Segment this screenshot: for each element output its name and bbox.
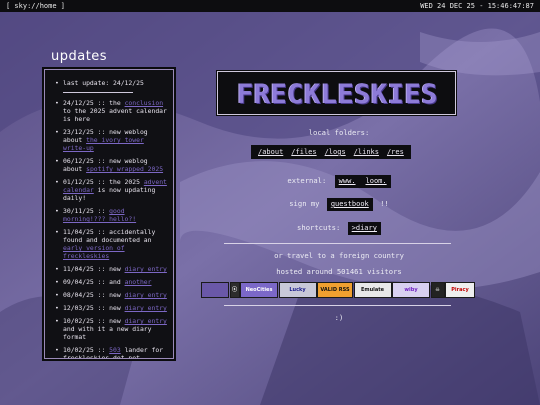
- guestbook-link[interactable]: guestbook: [326, 198, 373, 211]
- update-date: 12/03/25: [63, 304, 94, 312]
- update-item: 08/04/25 :: new diary entry: [55, 291, 167, 299]
- updates-heading: updates: [51, 49, 108, 64]
- web-badge[interactable]: Emulate: [353, 282, 392, 298]
- external-link-loom[interactable]: loom.: [359, 175, 391, 188]
- badge-row: ⓢ NeoCities Lucky VALID RSS Emulate wiby ☠ Pira…: [201, 282, 475, 299]
- update-date: 11/04/25: [63, 228, 94, 236]
- updates-panel[interactable]: last update: 24/12/25 24/12/25 :: the co…: [42, 67, 176, 361]
- update-text: :: new: [93, 304, 125, 312]
- folder-link-logs[interactable]: /logs: [325, 145, 346, 159]
- sign-suffix: !!: [380, 199, 389, 208]
- update-text-end: to the 2025 advent calendar is here: [63, 107, 167, 123]
- web-badge[interactable]: VALID RSS: [317, 282, 353, 298]
- hosted-text: hosted around 501461 visitors: [276, 267, 402, 276]
- updates-rule: [63, 92, 133, 93]
- update-link[interactable]: diary entry: [125, 317, 167, 325]
- update-link[interactable]: 503: [109, 346, 121, 354]
- web-badge[interactable]: Lucky: [278, 282, 317, 298]
- diary-shortcut[interactable]: >diary: [347, 222, 381, 235]
- guestbook-row: sign my guestbook !!: [210, 198, 468, 211]
- update-text: :: new: [93, 291, 125, 299]
- footer-smile: :): [334, 313, 344, 322]
- update-text-end: and with it a new diary format: [63, 325, 152, 341]
- local-folders-label: local folders:: [308, 128, 370, 137]
- update-text: :: and: [93, 278, 125, 286]
- update-text: ::: [93, 346, 110, 354]
- update-date: 09/04/25: [63, 278, 94, 286]
- address-label: [ sky://home ]: [6, 2, 66, 10]
- update-item: 11/04/25 :: new diary entry: [55, 265, 167, 273]
- travel-text[interactable]: or travel to a foreign country: [210, 251, 468, 260]
- update-date: 23/12/25: [63, 128, 94, 136]
- web-badge[interactable]: [201, 282, 229, 298]
- clock: WED 24 DEC 25 - 15:46:47:87: [420, 2, 534, 10]
- update-date: 10/02/25: [63, 346, 94, 354]
- divider: [224, 243, 451, 244]
- update-item: 12/03/25 :: new diary entry: [55, 304, 167, 312]
- update-date: 30/11/25: [63, 207, 94, 215]
- update-link[interactable]: early version of freckleskies: [63, 244, 125, 260]
- web-badge[interactable]: ☠: [430, 282, 445, 298]
- folder-link-links[interactable]: /links: [354, 145, 379, 159]
- external-link-www[interactable]: www.: [334, 175, 360, 188]
- logo-text: FRECKLESKIES: [236, 79, 439, 110]
- update-item: 24/12/25 :: the conclusion to the 2025 a…: [55, 99, 167, 123]
- web-badge[interactable]: Piracy: [445, 282, 475, 298]
- web-badge[interactable]: wiby: [392, 282, 430, 298]
- divider-2: [224, 305, 451, 306]
- update-link[interactable]: conclusion: [125, 99, 163, 107]
- update-text: ::: [93, 207, 110, 215]
- update-link[interactable]: diary entry: [125, 265, 167, 273]
- update-date: 01/12/25: [63, 178, 94, 186]
- update-item: 30/11/25 :: good morning!??? hello?!: [55, 207, 167, 223]
- update-item: 09/04/25 :: and another: [55, 278, 167, 286]
- update-item: 23/12/25 :: new weblog about the ivory t…: [55, 128, 167, 152]
- top-bar: [ sky://home ] WED 24 DEC 25 - 15:46:47:…: [0, 0, 540, 12]
- folder-link-res[interactable]: /res: [387, 145, 404, 159]
- updates-list: last update: 24/12/25 24/12/25 :: the co…: [55, 79, 167, 358]
- update-date: 10/02/25: [63, 317, 94, 325]
- update-item: 10/02/25 :: 503 lander for freckleskies.…: [55, 346, 167, 358]
- shortcuts-row: shortcuts: >diary: [210, 222, 468, 235]
- web-badge[interactable]: NeoCities: [240, 282, 278, 298]
- update-item: 11/04/25 :: accidentally found and docum…: [55, 228, 167, 260]
- last-update-text: last update: 24/12/25: [63, 79, 144, 87]
- last-update: last update: 24/12/25: [55, 79, 167, 87]
- update-link[interactable]: diary entry: [125, 304, 167, 312]
- update-item: 10/02/25 :: new diary entry and with it …: [55, 317, 167, 341]
- update-date: 06/12/25: [63, 157, 94, 165]
- update-link[interactable]: spotify wrapped 2025: [86, 165, 163, 173]
- folder-link-about[interactable]: /about: [258, 145, 283, 159]
- update-link[interactable]: diary entry: [125, 291, 167, 299]
- site-logo: FRECKLESKIES: [216, 70, 457, 116]
- folders-nav: /about/files/logs/links/res: [251, 145, 411, 159]
- folder-link-files[interactable]: /files: [291, 145, 316, 159]
- update-item: 01/12/25 :: the 2025 advent calendar is …: [55, 178, 167, 202]
- update-date: 11/04/25: [63, 265, 94, 273]
- update-text: :: the 2025: [93, 178, 144, 186]
- update-text: :: new: [93, 317, 125, 325]
- web-badge[interactable]: ⓢ: [229, 282, 240, 298]
- update-date: 08/04/25: [63, 291, 94, 299]
- external-row: external: www. loom.: [210, 175, 468, 188]
- external-label: external:: [287, 176, 327, 185]
- update-text: :: new: [93, 265, 125, 273]
- update-date: 24/12/25: [63, 99, 94, 107]
- shortcuts-label: shortcuts:: [297, 223, 341, 232]
- update-text: :: the: [93, 99, 125, 107]
- update-item: 06/12/25 :: new weblog about spotify wra…: [55, 157, 167, 173]
- update-link[interactable]: another: [125, 278, 152, 286]
- sign-label: sign my: [289, 199, 320, 208]
